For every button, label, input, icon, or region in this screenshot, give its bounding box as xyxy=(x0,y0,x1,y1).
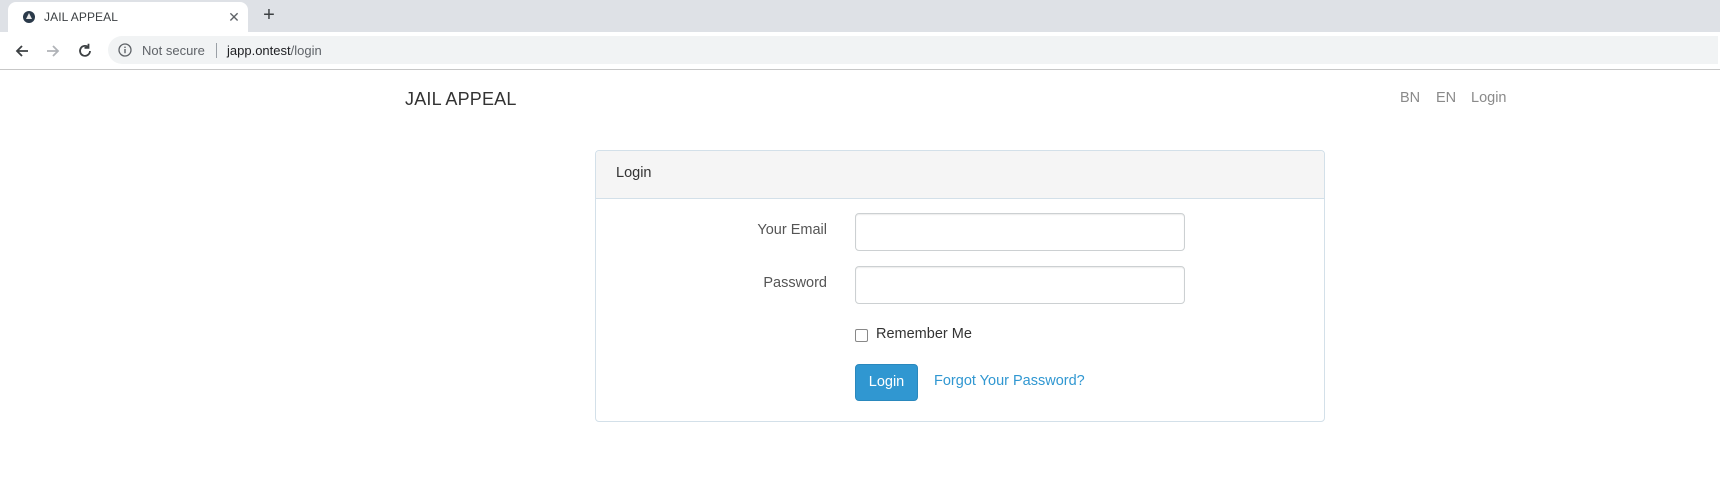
address-bar[interactable]: Not secure japp.ontest/login xyxy=(108,36,1718,64)
forgot-password-link[interactable]: Forgot Your Password? xyxy=(934,373,1085,389)
omnibox-divider xyxy=(216,43,217,58)
reload-icon[interactable] xyxy=(75,41,95,61)
url-path: /login xyxy=(290,43,322,58)
security-status: Not secure xyxy=(142,43,205,58)
browser-toolbar: Not secure japp.ontest/login xyxy=(0,32,1720,70)
panel-heading: Login xyxy=(596,151,1324,199)
site-favicon-icon xyxy=(22,10,36,24)
email-field[interactable] xyxy=(855,213,1185,251)
site-brand[interactable]: JAIL APPEAL xyxy=(405,89,517,110)
login-panel: Login Your Email Password Remember Me Lo… xyxy=(595,150,1325,422)
browser-tab-strip: JAIL APPEAL ✕ + xyxy=(0,0,1720,32)
close-icon[interactable]: ✕ xyxy=(226,9,242,25)
nav-link-en[interactable]: EN xyxy=(1436,90,1456,106)
remember-me-label[interactable]: Remember Me xyxy=(876,326,972,342)
password-field[interactable] xyxy=(855,266,1185,304)
tab-title: JAIL APPEAL xyxy=(44,10,119,24)
login-button[interactable]: Login xyxy=(855,364,918,401)
password-label: Password xyxy=(763,275,827,291)
email-label: Your Email xyxy=(757,222,827,238)
nav-link-login[interactable]: Login xyxy=(1471,90,1506,106)
browser-tab[interactable]: JAIL APPEAL ✕ xyxy=(8,2,248,32)
forward-arrow-icon[interactable] xyxy=(43,41,63,61)
url-text: japp.ontest/login xyxy=(227,43,322,58)
new-tab-icon[interactable]: + xyxy=(259,5,279,26)
info-icon[interactable] xyxy=(118,43,132,57)
url-host: japp.ontest xyxy=(227,43,291,58)
nav-link-bn[interactable]: BN xyxy=(1400,90,1420,106)
page-content: JAIL APPEAL BN EN Login Login Your Email… xyxy=(0,71,1720,499)
remember-me-checkbox[interactable] xyxy=(855,329,868,342)
back-arrow-icon[interactable] xyxy=(12,41,32,61)
